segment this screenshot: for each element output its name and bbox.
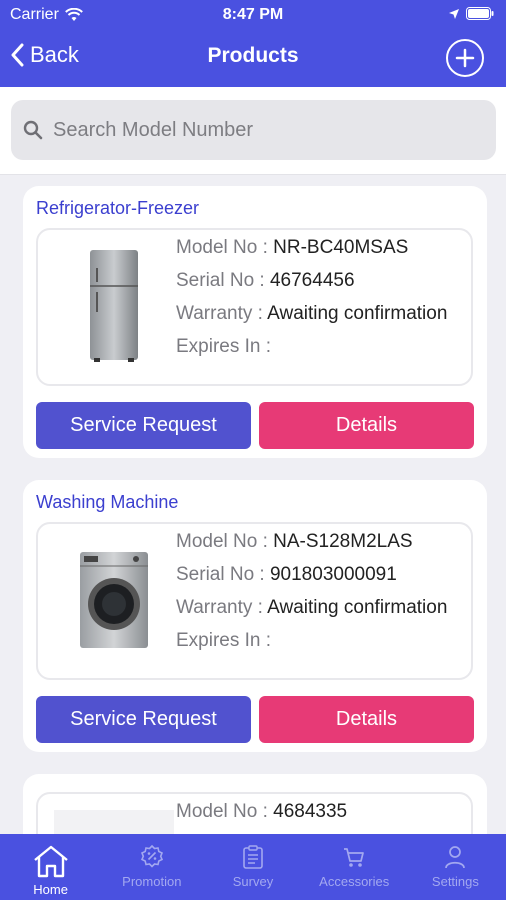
home-icon <box>33 845 68 878</box>
model-label: Model No : <box>176 531 274 552</box>
product-info-box: Model No : NR-BC40MSAS Serial No : 46764… <box>36 228 473 386</box>
serial-row: Serial No : 46764456 <box>176 269 466 292</box>
promotion-icon <box>140 844 163 868</box>
tab-bar: Home Promotion Survey Accessories Settin… <box>0 834 506 900</box>
tab-label: Settings <box>431 874 479 889</box>
product-category: Refrigerator-Freezer <box>36 198 200 218</box>
tab-accessories[interactable]: Accessories <box>304 834 405 900</box>
tab-home[interactable]: Home <box>0 834 101 900</box>
expires-row: Expires In : <box>176 335 466 358</box>
serial-row: Serial No : 901803000091 <box>176 563 466 586</box>
washing-machine-icon <box>80 552 148 648</box>
header: Carrier 8:47 PM Back Products <box>0 0 506 87</box>
status-indicators <box>448 7 494 20</box>
expires-label: Expires In : <box>176 336 272 357</box>
warranty-row: Warranty : Awaiting confirmation <box>176 596 466 619</box>
model-value: 4684335 <box>273 801 348 822</box>
serial-label: Serial No : <box>176 270 270 291</box>
product-card: Washing Machine Model No : NA-S128M2LAS … <box>23 480 487 752</box>
tab-label: Promotion <box>122 874 182 889</box>
serial-label: Serial No : <box>176 564 270 585</box>
add-product-button[interactable] <box>446 39 484 77</box>
warranty-value: Awaiting confirmation <box>267 303 448 324</box>
product-details-text: Model No : 4684335 <box>176 800 466 833</box>
details-button[interactable]: Details <box>259 696 474 743</box>
location-arrow-icon <box>449 8 459 19</box>
search-icon <box>23 120 43 140</box>
survey-icon <box>243 845 263 869</box>
model-row: Model No : NR-BC40MSAS <box>176 236 466 259</box>
navbar: Back Products <box>0 30 506 87</box>
serial-value: 46764456 <box>269 270 355 291</box>
serial-value: 901803000091 <box>269 564 397 585</box>
battery-icon <box>466 7 494 20</box>
service-request-button[interactable]: Service Request <box>36 402 251 449</box>
product-image <box>54 246 174 366</box>
warranty-label: Warranty : <box>176 303 268 324</box>
model-label: Model No : <box>176 237 274 258</box>
model-row: Model No : NA-S128M2LAS <box>176 530 466 553</box>
status-bar: Carrier 8:47 PM <box>0 0 506 30</box>
model-value: NA-S128M2LAS <box>273 531 413 552</box>
warranty-label: Warranty : <box>176 597 268 618</box>
model-row: Model No : 4684335 <box>176 800 466 823</box>
tab-label: Survey <box>232 874 274 889</box>
user-icon <box>445 846 466 869</box>
details-button[interactable]: Details <box>259 402 474 449</box>
expires-label: Expires In : <box>176 630 272 651</box>
search-container <box>0 87 506 175</box>
product-card: Refrigerator-Freezer Model No : NR-BC40M… <box>23 186 487 458</box>
warranty-row: Warranty : Awaiting confirmation <box>176 302 466 325</box>
tab-promotion[interactable]: Promotion <box>101 834 202 900</box>
tab-label: Accessories <box>319 874 390 889</box>
product-info-box: Model No : NA-S128M2LAS Serial No : 9018… <box>36 522 473 680</box>
model-label: Model No : <box>176 801 274 822</box>
refrigerator-icon <box>90 250 138 362</box>
expires-row: Expires In : <box>176 629 466 652</box>
search-input[interactable] <box>53 118 473 142</box>
model-value: NR-BC40MSAS <box>273 237 409 258</box>
product-category: Washing Machine <box>36 492 179 512</box>
tab-settings[interactable]: Settings <box>405 834 506 900</box>
page-title: Products <box>207 44 299 67</box>
plus-icon <box>455 48 475 68</box>
product-details-text: Model No : NR-BC40MSAS Serial No : 46764… <box>176 236 466 368</box>
product-image <box>54 540 174 660</box>
warranty-value: Awaiting confirmation <box>267 597 448 618</box>
status-time: 8:47 PM <box>222 6 284 23</box>
product-details-text: Model No : NA-S128M2LAS Serial No : 9018… <box>176 530 466 662</box>
tab-survey[interactable]: Survey <box>202 834 303 900</box>
search-bar[interactable] <box>11 100 496 160</box>
cart-icon <box>344 848 365 867</box>
service-request-button[interactable]: Service Request <box>36 696 251 743</box>
tab-label: Home <box>33 882 68 897</box>
